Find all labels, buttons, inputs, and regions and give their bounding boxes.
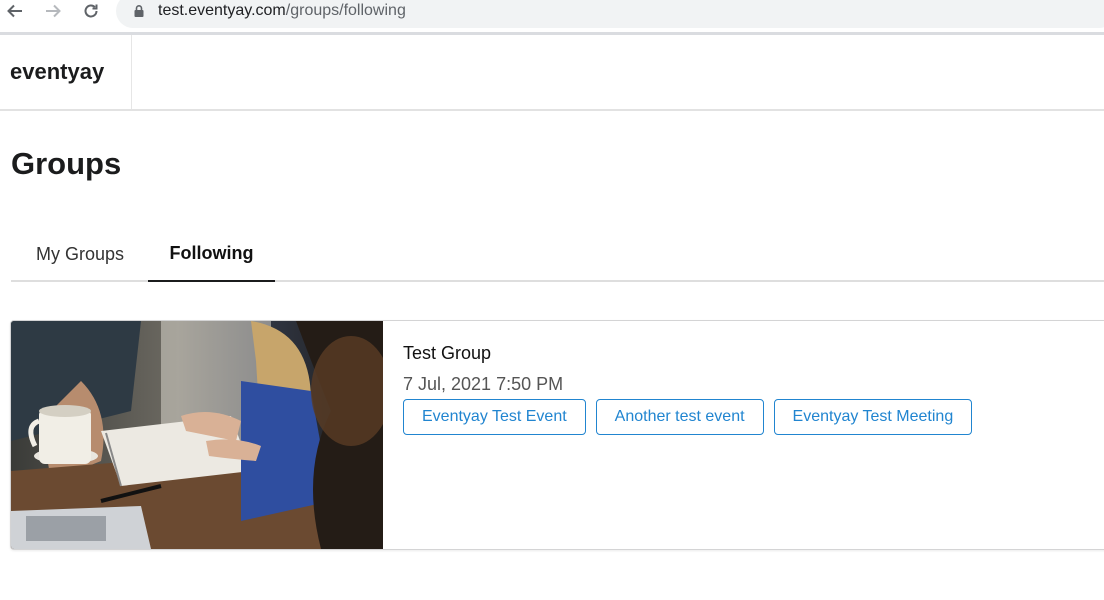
tab-my-groups[interactable]: My Groups [11, 226, 149, 282]
browser-toolbar: test.eventyay.com/groups/following [0, 0, 1104, 32]
group-image[interactable] [11, 321, 383, 549]
brand-logo[interactable]: eventyay [10, 59, 104, 85]
event-button[interactable]: Another test event [595, 399, 764, 435]
group-name[interactable]: Test Group [403, 343, 972, 364]
tab-following[interactable]: Following [148, 226, 275, 282]
group-card-body: Test Group 7 Jul, 2021 7:50 PM Eventyay … [403, 343, 973, 435]
reload-icon[interactable] [80, 0, 102, 22]
url-path: /groups/following [285, 2, 406, 19]
site-header: eventyay [0, 35, 1104, 111]
group-date: 7 Jul, 2021 7:50 PM [403, 374, 564, 394]
group-card[interactable]: Test Group 7 Jul, 2021 7:50 PM Eventyay … [10, 320, 1104, 550]
forward-arrow-icon[interactable] [42, 0, 64, 22]
back-arrow-icon[interactable] [4, 0, 26, 22]
groups-tabs: My Groups Following [11, 226, 1104, 282]
lock-icon [134, 5, 144, 17]
page-title: Groups [11, 146, 122, 181]
event-button[interactable]: Eventyay Test Event [403, 399, 586, 435]
brand-cell[interactable]: eventyay [0, 35, 132, 109]
event-button[interactable]: Eventyay Test Meeting [773, 399, 973, 435]
address-bar[interactable]: test.eventyay.com/groups/following [116, 0, 1104, 28]
group-photo [11, 321, 383, 549]
url-host: test.eventyay.com [158, 2, 286, 19]
event-button-row: Eventyay Test Event Another test event E… [403, 399, 973, 435]
